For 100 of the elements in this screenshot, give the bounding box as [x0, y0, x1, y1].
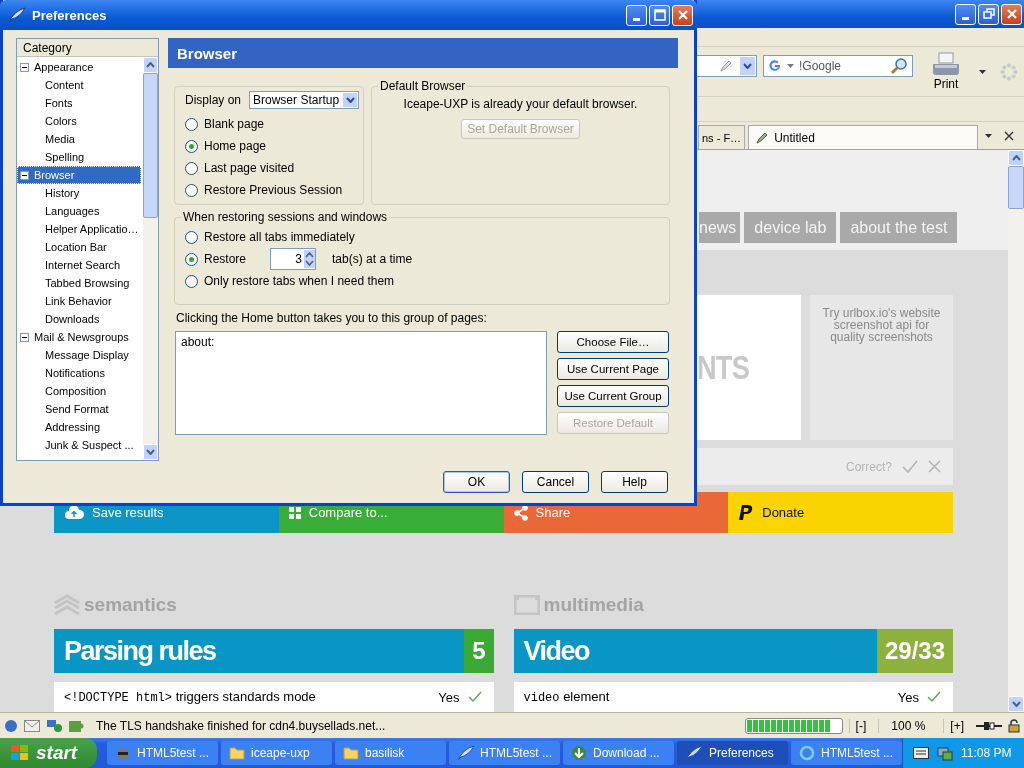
- category-item[interactable]: Languages: [17, 202, 143, 220]
- category-item[interactable]: Notifications: [17, 364, 143, 382]
- minimize-button[interactable]: [955, 3, 976, 25]
- radio-label[interactable]: Last page visited: [204, 161, 295, 175]
- group-legend: Default Browser: [378, 79, 468, 93]
- taskbar-button[interactable]: iceape-uxp: [221, 741, 332, 765]
- radio-button[interactable]: [185, 139, 198, 153]
- dialog-button[interactable]: OK: [443, 471, 510, 493]
- radio-label[interactable]: Blank page: [204, 117, 265, 131]
- radio-button[interactable]: [185, 183, 198, 197]
- category-item[interactable]: Message Display: [17, 346, 143, 364]
- category-item[interactable]: Tabbed Browsing: [17, 274, 143, 292]
- minimize-icon: [633, 17, 640, 21]
- collapse-icon[interactable]: [20, 170, 29, 180]
- column-header[interactable]: Category: [17, 39, 158, 57]
- category-item[interactable]: Appearance: [17, 58, 143, 76]
- dialog-button[interactable]: Help: [601, 471, 668, 493]
- home-page-button[interactable]: Use Current Page: [557, 358, 669, 380]
- zoom-in-button[interactable]: [+]: [943, 718, 970, 733]
- close-tab-icon[interactable]: [1004, 131, 1014, 141]
- radio-button[interactable]: [185, 252, 198, 266]
- collapse-icon[interactable]: [20, 332, 29, 342]
- scrollbar[interactable]: [143, 57, 158, 460]
- dropdown-button[interactable]: [342, 92, 359, 108]
- taskbar-button[interactable]: HTML5test ...: [449, 741, 560, 765]
- category-item[interactable]: Mail & Newsgroups: [17, 328, 143, 346]
- caret-icon[interactable]: [985, 134, 992, 138]
- scroll-down-button[interactable]: [1008, 696, 1024, 712]
- category-item[interactable]: Internet Search: [17, 256, 143, 274]
- dialog-title: Preferences: [32, 7, 108, 23]
- category-item[interactable]: Junk & Suspect ...: [17, 436, 143, 454]
- scroll-thumb[interactable]: [1008, 166, 1024, 209]
- restore-icon: [982, 8, 995, 20]
- category-item[interactable]: Spelling: [17, 148, 143, 166]
- radio-label[interactable]: Restore Previous Session: [204, 183, 343, 197]
- test-name: <!DOCTYPE html> triggers standards mode: [64, 689, 317, 705]
- category-item[interactable]: Browser: [17, 166, 141, 184]
- action-button[interactable]: Donate: [728, 492, 953, 533]
- test-result: Yes: [438, 689, 460, 705]
- category-item[interactable]: History: [17, 184, 143, 202]
- radio-label[interactable]: Only restore tabs when I need them: [204, 274, 395, 288]
- radio-label[interactable]: Restore: [204, 252, 247, 266]
- caret-icon[interactable]: [979, 69, 986, 74]
- dialog-button[interactable]: Cancel: [522, 471, 589, 493]
- search-field[interactable]: !Google: [763, 54, 913, 77]
- maximize-icon: [653, 9, 666, 21]
- category-item[interactable]: Composition: [17, 382, 143, 400]
- maximize-button[interactable]: [649, 4, 670, 26]
- download-icon: [571, 745, 587, 761]
- keyboard-icon[interactable]: [913, 747, 929, 759]
- browser-tab[interactable]: Untitled: [748, 125, 979, 149]
- radio-button[interactable]: [185, 274, 198, 288]
- close-button[interactable]: [1001, 3, 1022, 25]
- scroll-up-button[interactable]: [1008, 150, 1024, 166]
- grid-icon: [288, 506, 301, 519]
- category-item[interactable]: Location Bar: [17, 238, 143, 256]
- category-item[interactable]: Helper Applicatio…: [17, 220, 143, 238]
- scroll-thumb[interactable]: [143, 73, 158, 218]
- section-title: multimedia: [543, 594, 644, 616]
- category-item[interactable]: Addressing: [17, 418, 143, 436]
- restore-button[interactable]: [978, 3, 999, 25]
- scroll-down-button[interactable]: [143, 444, 158, 460]
- search-icon: [890, 56, 908, 75]
- category-item[interactable]: Fonts: [17, 94, 143, 112]
- startup-select[interactable]: Browser Startup: [249, 91, 360, 109]
- tab-count-spinner[interactable]: 3: [270, 248, 317, 270]
- check-icon[interactable]: [902, 459, 918, 474]
- radio-button[interactable]: [185, 161, 198, 175]
- scroll-up-button[interactable]: [143, 57, 158, 73]
- category-item[interactable]: Content: [17, 76, 143, 94]
- home-page-button[interactable]: Choose File…: [557, 331, 669, 353]
- taskbar-button[interactable]: HTML5test ...: [107, 741, 218, 765]
- zoom-out-button[interactable]: [-]: [848, 718, 873, 733]
- category-item[interactable]: Colors: [17, 112, 143, 130]
- category-item[interactable]: Downloads: [17, 310, 143, 328]
- home-page-button[interactable]: Use Current Group: [557, 385, 669, 407]
- collapse-icon[interactable]: [20, 62, 29, 72]
- start-button[interactable]: start: [0, 738, 97, 768]
- home-pages-field[interactable]: about:: [175, 331, 547, 435]
- status-text: The TLS handshake finished for cdn4.buysellads.net...: [95, 718, 387, 733]
- taskbar-button[interactable]: HTML5test ...: [791, 741, 902, 765]
- taskbar-button[interactable]: Preferences: [677, 741, 788, 765]
- radio-button[interactable]: [185, 117, 198, 131]
- browser-tab[interactable]: ns - F…: [698, 125, 746, 149]
- taskbar-button[interactable]: basilisk: [335, 741, 446, 765]
- category-item[interactable]: Link Behavior: [17, 292, 143, 310]
- network-icon[interactable]: [937, 745, 953, 761]
- category-item[interactable]: Send Format: [17, 400, 143, 418]
- feather-icon: [8, 7, 26, 23]
- close-button[interactable]: [672, 4, 693, 26]
- taskbar-button[interactable]: Download ...: [563, 741, 674, 765]
- radio-button[interactable]: [185, 230, 198, 244]
- radio-label[interactable]: Home page: [204, 139, 267, 153]
- scrollbar[interactable]: [1008, 150, 1024, 712]
- minimize-button[interactable]: [626, 4, 647, 26]
- radio-label[interactable]: Restore all tabs immediately: [204, 230, 355, 244]
- category-item[interactable]: Media: [17, 130, 143, 148]
- dropdown-button[interactable]: [739, 55, 756, 76]
- clock: 11:08 PM: [961, 746, 1012, 760]
- print-button[interactable]: Print: [927, 52, 965, 91]
